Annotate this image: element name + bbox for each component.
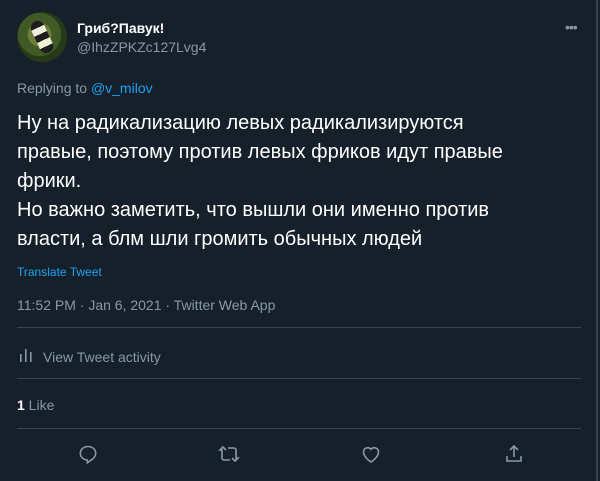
tweet-line: фрики. (17, 170, 82, 192)
divider (17, 327, 581, 328)
share-icon[interactable] (503, 443, 525, 465)
mention-link[interactable]: @v_milov (91, 80, 153, 96)
view-tweet-activity-label: View Tweet activity (43, 348, 161, 365)
divider (17, 378, 581, 379)
tweet-text: Ну на радикализацию левых радикализируют… (17, 109, 577, 254)
tweet-line: власти, а блм шли громить обычных людей (17, 228, 423, 250)
likes-count[interactable]: 1 Like (17, 397, 54, 413)
user-handle[interactable]: @IhzZPKZc127Lvg4 (77, 39, 206, 55)
like-count-label: Like (24, 397, 55, 413)
view-tweet-activity[interactable]: View Tweet activity (17, 346, 161, 367)
translate-tweet-link[interactable]: Translate Tweet (17, 265, 102, 279)
heart-icon[interactable] (360, 443, 382, 465)
bar-chart-icon (17, 346, 35, 367)
more-icon[interactable]: ••• (565, 19, 578, 35)
tweet-timestamp[interactable]: 11:52 PM · Jan 6, 2021 · Twitter Web App (17, 297, 275, 313)
divider (17, 428, 581, 429)
avatar[interactable] (17, 12, 67, 62)
tweet-line: правые, поэтому против левых фриков идут… (17, 141, 503, 163)
replying-to: Replying to @v_milov (17, 80, 153, 96)
tweet-line: Ну на радикализацию левых радикализируют… (17, 112, 464, 134)
replying-prefix: Replying to (17, 80, 91, 96)
tweet-line: Но важно заметить, что вышли они именно … (17, 199, 490, 221)
display-name[interactable]: Гриб?Павук! (77, 20, 164, 36)
tweet-card: Гриб?Павук! @IhzZPKZc127Lvg4 ••• Replyin… (0, 0, 598, 481)
retweet-icon[interactable] (218, 443, 240, 465)
like-count-value: 1 (17, 397, 25, 413)
reply-icon[interactable] (77, 443, 99, 465)
